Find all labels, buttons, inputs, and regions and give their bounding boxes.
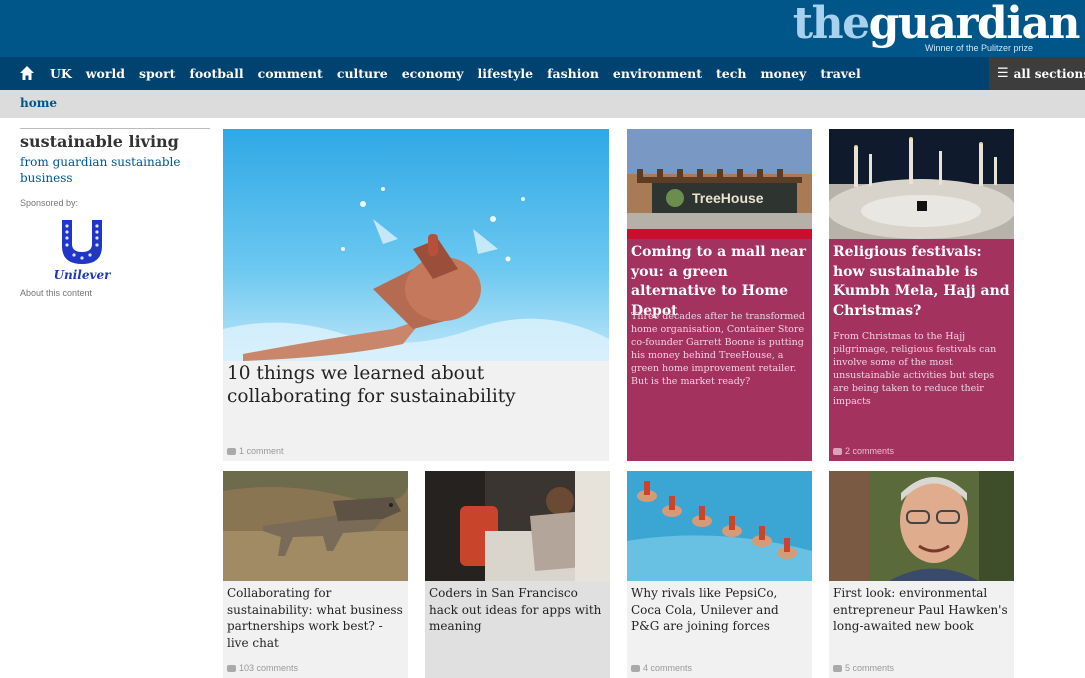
hawken-headline[interactable]: First look: environmental entrepreneur P…: [833, 585, 1011, 635]
pulitzer-tagline: Winner of the Pulitzer prize: [924, 43, 1033, 53]
paul-hawken-portrait: [829, 471, 1014, 581]
hawken-card[interactable]: First look: environmental entrepreneur P…: [829, 471, 1014, 678]
nav-item-world[interactable]: world: [86, 66, 125, 81]
festivals-standfirst: From Christmas to the Hajj pilgrimage, r…: [833, 331, 997, 407]
comment-icon: [833, 447, 842, 455]
breadcrumb-home[interactable]: home: [20, 96, 57, 110]
festivals-headline[interactable]: Religious festivals: how sustainable is …: [833, 243, 1011, 321]
comment-count[interactable]: 4 comments: [631, 663, 692, 673]
coders-headline[interactable]: Coders in San Francisco hack out ideas f…: [429, 585, 607, 635]
swimmers-handshake-image: [223, 129, 609, 361]
comment-count[interactable]: 103 comments: [227, 663, 298, 673]
treehouse-sign: TreeHouse: [692, 190, 764, 206]
sponsored-label: Sponsored by:: [20, 198, 79, 208]
divider: [20, 128, 210, 129]
unilever-logo[interactable]: Unilever: [52, 218, 112, 286]
wolves-card[interactable]: Collaborating for sustainability: what b…: [223, 471, 408, 678]
comment-count-label: 103 comments: [239, 663, 299, 673]
nav-item-football[interactable]: football: [189, 66, 243, 81]
festivals-card[interactable]: Religious festivals: how sustainable is …: [829, 129, 1014, 461]
logo-guardian: guardian: [868, 0, 1081, 49]
nav-item-comment[interactable]: comment: [258, 66, 323, 81]
comment-count[interactable]: 5 comments: [833, 663, 894, 673]
nav-item-travel[interactable]: travel: [820, 66, 860, 81]
nav-item-lifestyle[interactable]: lifestyle: [478, 66, 534, 81]
comment-count-label: 5 comments: [845, 663, 895, 673]
treehouse-store-image: TreeHouse: [627, 129, 812, 239]
nav-item-culture[interactable]: culture: [337, 66, 388, 81]
wolves-headline[interactable]: Collaborating for sustainability: what b…: [227, 585, 405, 651]
masthead: theguardian Winner of the Pulitzer prize: [0, 0, 1085, 57]
nav-list: UK world sport football comment culture …: [50, 57, 875, 90]
mall-standfirst: Three decades after he transformed home …: [631, 311, 805, 387]
comment-icon: [227, 447, 236, 455]
comment-count-label: 4 comments: [643, 663, 693, 673]
nav-item-environment[interactable]: environment: [613, 66, 702, 81]
nav-item-money[interactable]: money: [760, 66, 806, 81]
about-content-link[interactable]: About this content: [20, 288, 210, 298]
comment-count[interactable]: 2 comments: [833, 446, 894, 456]
nav-item-uk[interactable]: UK: [50, 66, 72, 81]
logo-the: the: [792, 0, 870, 49]
main-nav: UK world sport football comment culture …: [0, 57, 1085, 90]
synchronised-swimmers-image: [627, 471, 812, 581]
nav-item-tech[interactable]: tech: [716, 66, 746, 81]
unilever-wordmark: Unilever: [53, 268, 111, 282]
rivals-card[interactable]: Why rivals like PepsiCo, Coca Cola, Unil…: [627, 471, 812, 678]
mall-card[interactable]: TreeHouse Coming to a mall near you: a g…: [627, 129, 812, 461]
feature-card[interactable]: 10 things we learned about collaborating…: [223, 129, 609, 461]
comment-icon: [833, 664, 842, 672]
coders-image: [425, 471, 610, 581]
coders-card[interactable]: Coders in San Francisco hack out ideas f…: [425, 471, 610, 678]
nav-item-fashion[interactable]: fashion: [547, 66, 599, 81]
comment-count-label: 1 comment: [239, 446, 284, 456]
guardian-logo[interactable]: theguardian: [792, 0, 1081, 49]
all-sections-button[interactable]: ☰ all sections: [989, 57, 1085, 90]
comment-count-label: 2 comments: [845, 446, 895, 456]
section-subtitle[interactable]: from guardian sustainable business: [20, 154, 190, 186]
rivals-headline[interactable]: Why rivals like PepsiCo, Coca Cola, Unil…: [631, 585, 809, 635]
breadcrumb-bar: home: [0, 90, 1085, 118]
feature-headline[interactable]: 10 things we learned about collaborating…: [227, 362, 597, 408]
section-sidebar: sustainable living from guardian sustain…: [20, 128, 210, 298]
comment-icon: [631, 664, 640, 672]
comment-count[interactable]: 1 comment: [227, 446, 284, 456]
menu-icon: ☰: [997, 66, 1009, 81]
section-title[interactable]: sustainable living: [20, 132, 210, 152]
hajj-mosque-image: [829, 129, 1014, 239]
all-sections-label: all sections: [1013, 66, 1085, 81]
comment-icon: [227, 664, 236, 672]
wolves-image: [223, 471, 408, 581]
home-icon[interactable]: [18, 64, 36, 82]
nav-item-economy[interactable]: economy: [402, 66, 464, 81]
nav-item-sport[interactable]: sport: [139, 66, 175, 81]
